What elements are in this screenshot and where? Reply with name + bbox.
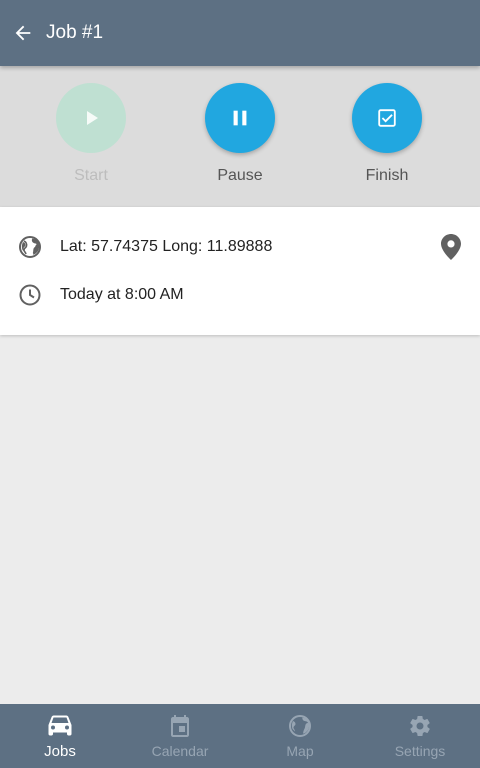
scheduled-time: Today at 8:00 AM <box>60 286 184 303</box>
pause-button[interactable] <box>205 83 275 153</box>
globe-icon <box>18 235 42 259</box>
pause-action: Pause <box>185 83 295 203</box>
pause-label: Pause <box>217 167 263 184</box>
time-row: Today at 8:00 AM <box>0 275 480 315</box>
bottom-navigation: Jobs Calendar Map Settings <box>0 704 480 768</box>
clock-icon <box>18 283 42 307</box>
job-details-card: Lat: 57.74375 Long: 11.89888 Today at 8:… <box>0 207 480 335</box>
nav-label-map: Map <box>286 743 314 759</box>
page-title: Job #1 <box>46 22 104 43</box>
play-icon <box>87 111 98 125</box>
nav-item-calendar[interactable]: Calendar <box>120 704 240 768</box>
nav-item-settings[interactable]: Settings <box>360 704 480 768</box>
nav-item-map[interactable]: Map <box>240 704 360 768</box>
car-icon <box>47 713 73 739</box>
map-pin-icon <box>441 234 461 260</box>
finish-label: Finish <box>365 167 409 184</box>
finish-button[interactable] <box>352 83 422 153</box>
start-button[interactable] <box>56 83 126 153</box>
start-action: Start <box>36 83 146 203</box>
start-label: Start <box>74 167 108 184</box>
calendar-icon <box>169 713 191 739</box>
nav-label-jobs: Jobs <box>44 742 76 760</box>
arrow-left-icon <box>15 25 31 41</box>
globe-icon <box>288 713 312 739</box>
location-coordinates: Lat: 57.74375 Long: 11.89888 <box>60 238 273 255</box>
back-button[interactable] <box>0 0 46 66</box>
pause-icon <box>233 110 247 126</box>
nav-item-jobs[interactable]: Jobs <box>0 704 120 768</box>
job-actions-panel: Start Pause Finish <box>0 66 480 207</box>
gear-icon <box>408 713 432 739</box>
nav-label-settings: Settings <box>394 743 446 759</box>
nav-label-calendar: Calendar <box>151 743 209 759</box>
location-row: Lat: 57.74375 Long: 11.89888 <box>0 227 480 267</box>
app-bar: Job #1 <box>0 0 480 66</box>
map-pin-button[interactable] <box>439 233 463 261</box>
finish-action: Finish <box>332 83 442 203</box>
checkbox-icon <box>378 109 396 127</box>
